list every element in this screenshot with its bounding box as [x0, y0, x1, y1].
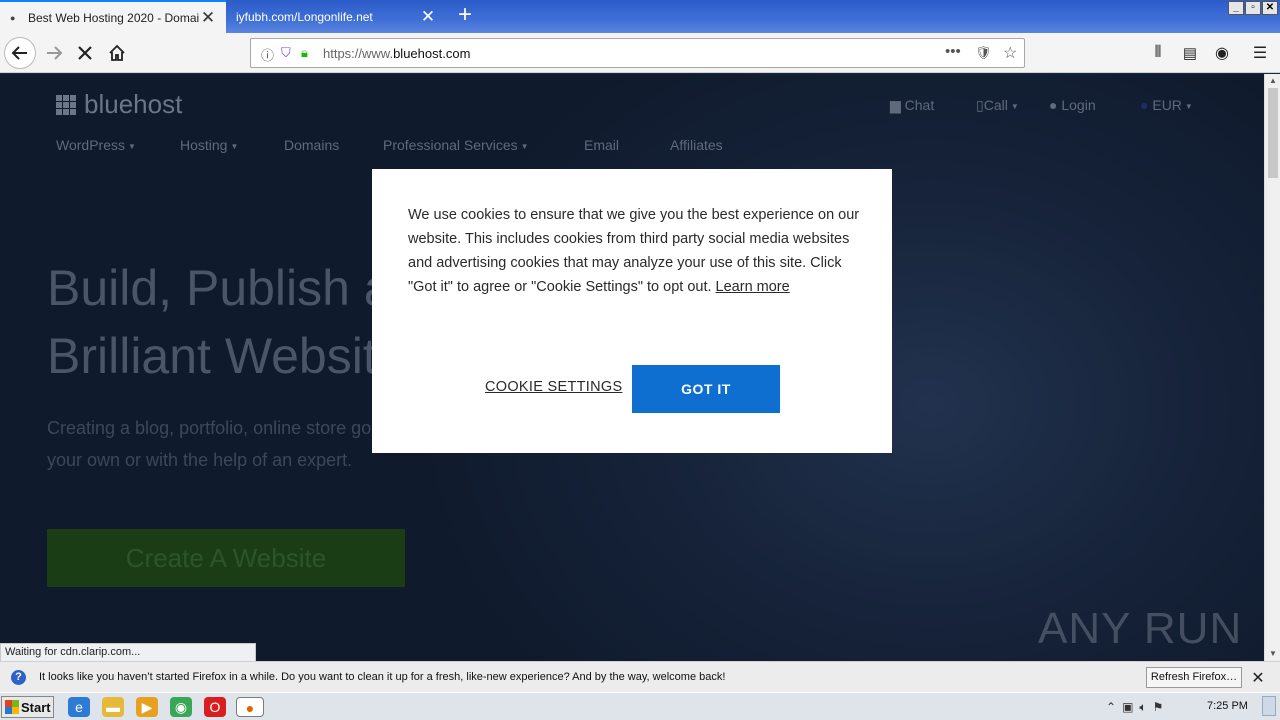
nav-email[interactable]: Email: [584, 137, 619, 153]
sidebar-icon: ▤: [1182, 45, 1198, 62]
cookie-settings-button[interactable]: COOKIE SETTINGS: [485, 379, 622, 395]
sidebar-button[interactable]: ▤: [1174, 37, 1206, 69]
web-page: bluehost ▆ Chat ▯Call ▼ ● Login ● EUR ▼ Wo…: [0, 74, 1264, 661]
account-button[interactable]: ◉: [1206, 37, 1238, 69]
user-icon: ●: [1049, 97, 1062, 113]
library-button[interactable]: ⫴: [1142, 37, 1174, 69]
question-icon: ?: [11, 670, 26, 685]
status-bar: Waiting for cdn.clarip.com...: [0, 643, 256, 662]
vertical-scrollbar[interactable]: ▲ ▼: [1264, 74, 1280, 661]
start-button[interactable]: Start: [1, 696, 54, 718]
clock[interactable]: 7:25 PM: [1207, 700, 1248, 712]
windows-logo-icon: [5, 700, 19, 714]
arrow-left-icon: [11, 46, 27, 60]
action-center-flag-icon[interactable]: ⚑: [1153, 700, 1164, 714]
minimize-button[interactable]: _: [1228, 1, 1244, 15]
tab-bluehost[interactable]: ● Best Web Hosting 2020 - Domains ✕: [0, 0, 226, 33]
tracking-protection-icon[interactable]: ⛉: [281, 45, 291, 61]
pocket-icon[interactable]: 🛡︎: [975, 45, 992, 61]
flag-eu-icon: ●: [1140, 97, 1153, 113]
forward-button[interactable]: [38, 37, 70, 69]
url-text[interactable]: https://www.bluehost.com: [323, 46, 470, 61]
tray-expand-icon[interactable]: ⌃: [1106, 700, 1116, 714]
phone-icon: ▯: [976, 97, 984, 113]
stop-icon: [78, 46, 92, 60]
scrollbar-thumb[interactable]: [1268, 88, 1278, 178]
currency-selector[interactable]: ● EUR ▼: [1140, 97, 1193, 113]
window-controls: _ ▫ ✕: [1228, 1, 1278, 15]
close-tab-icon[interactable]: ✕: [420, 8, 436, 25]
refresh-firefox-button[interactable]: Refresh Firefox…: [1146, 667, 1242, 688]
tab-title: iyfubh.com/Longonlife.net: [236, 9, 373, 24]
learn-more-link[interactable]: Learn more: [716, 279, 790, 295]
close-tab-icon[interactable]: ✕: [200, 9, 216, 26]
nav-professional-services[interactable]: Professional Services ▼: [383, 137, 529, 153]
show-desktop-button[interactable]: [1262, 696, 1276, 716]
maximize-button[interactable]: ▫: [1245, 1, 1261, 15]
info-icon[interactable]: ⓘ: [261, 45, 274, 64]
arrow-right-icon: [47, 46, 63, 60]
tab-title: Best Web Hosting 2020 - Domains: [28, 10, 200, 25]
lock-icon[interactable]: 🔒︎: [301, 45, 308, 61]
back-button[interactable]: [4, 37, 36, 69]
browser-tab-strip: ● Best Web Hosting 2020 - Domains ✕ iyfu…: [0, 0, 1280, 33]
menu-button[interactable]: ☰: [1244, 37, 1276, 69]
chat-link[interactable]: ▆ Chat: [890, 97, 934, 114]
close-notification-icon[interactable]: ✕: [1250, 668, 1266, 688]
taskbar: Start e ▬ ▶ ◉ O ● ⌃ ▣ 🔈︎ ⚑ 7:25 PM: [0, 692, 1280, 720]
home-icon: [109, 44, 125, 61]
account-icon: ◉: [1215, 45, 1229, 62]
stop-loading-button[interactable]: [69, 37, 101, 69]
chat-icon: ▆: [890, 97, 905, 113]
internet-explorer-icon[interactable]: e: [68, 697, 90, 717]
got-it-button[interactable]: GOT IT: [632, 365, 780, 413]
home-button[interactable]: [101, 37, 133, 69]
scroll-up-icon[interactable]: ▲: [1265, 74, 1280, 88]
navigation-toolbar: ⓘ ⛉ 🔒︎ https://www.bluehost.com ••• 🛡︎ ☆…: [0, 33, 1280, 73]
bookmark-star-icon[interactable]: ☆: [1003, 43, 1017, 63]
bluehost-logo-icon[interactable]: [56, 95, 76, 115]
notification-text: It looks like you haven’t started Firefo…: [39, 671, 726, 683]
cookie-consent-dialog: We use cookies to ensure that we give yo…: [372, 169, 892, 453]
media-player-icon[interactable]: ▶: [136, 697, 158, 717]
call-link[interactable]: ▯Call ▼: [976, 97, 1019, 114]
firefox-taskbar-icon[interactable]: ●: [236, 697, 264, 717]
close-window-button[interactable]: ✕: [1262, 1, 1278, 15]
notification-bar: ? It looks like you haven’t started Fire…: [0, 661, 1280, 692]
nav-wordpress[interactable]: WordPress ▼: [56, 137, 136, 153]
nav-domains[interactable]: Domains: [284, 137, 339, 153]
chrome-icon[interactable]: ◉: [170, 697, 192, 717]
library-icon: ⫴: [1154, 44, 1162, 61]
create-website-button[interactable]: Create A Website: [47, 529, 405, 587]
site-logo[interactable]: bluehost: [84, 89, 182, 120]
anyrun-watermark: ANY RUN: [1038, 604, 1243, 653]
file-explorer-icon[interactable]: ▬: [102, 697, 124, 717]
page-actions-icon[interactable]: •••: [945, 43, 961, 60]
new-tab-button[interactable]: +: [452, 3, 478, 28]
login-link[interactable]: ● Login: [1049, 97, 1096, 113]
address-bar[interactable]: ⓘ ⛉ 🔒︎ https://www.bluehost.com ••• 🛡︎ ☆: [250, 38, 1025, 68]
network-icon[interactable]: ▣: [1122, 700, 1133, 714]
nav-affiliates[interactable]: Affiliates: [670, 137, 723, 153]
loading-indicator-icon: ●: [10, 12, 16, 23]
system-tray: ⌃ ▣ 🔈︎ ⚑: [1106, 697, 1163, 717]
hamburger-menu-icon: ☰: [1252, 45, 1268, 62]
opera-icon[interactable]: O: [204, 697, 226, 717]
volume-icon[interactable]: 🔈︎: [1139, 700, 1146, 715]
nav-hosting[interactable]: Hosting ▼: [180, 137, 238, 153]
cookie-message: We use cookies to ensure that we give yo…: [408, 207, 860, 295]
scroll-down-icon[interactable]: ▼: [1265, 647, 1280, 661]
tab-iyfubh[interactable]: iyfubh.com/Longonlife.net ✕: [226, 0, 446, 33]
